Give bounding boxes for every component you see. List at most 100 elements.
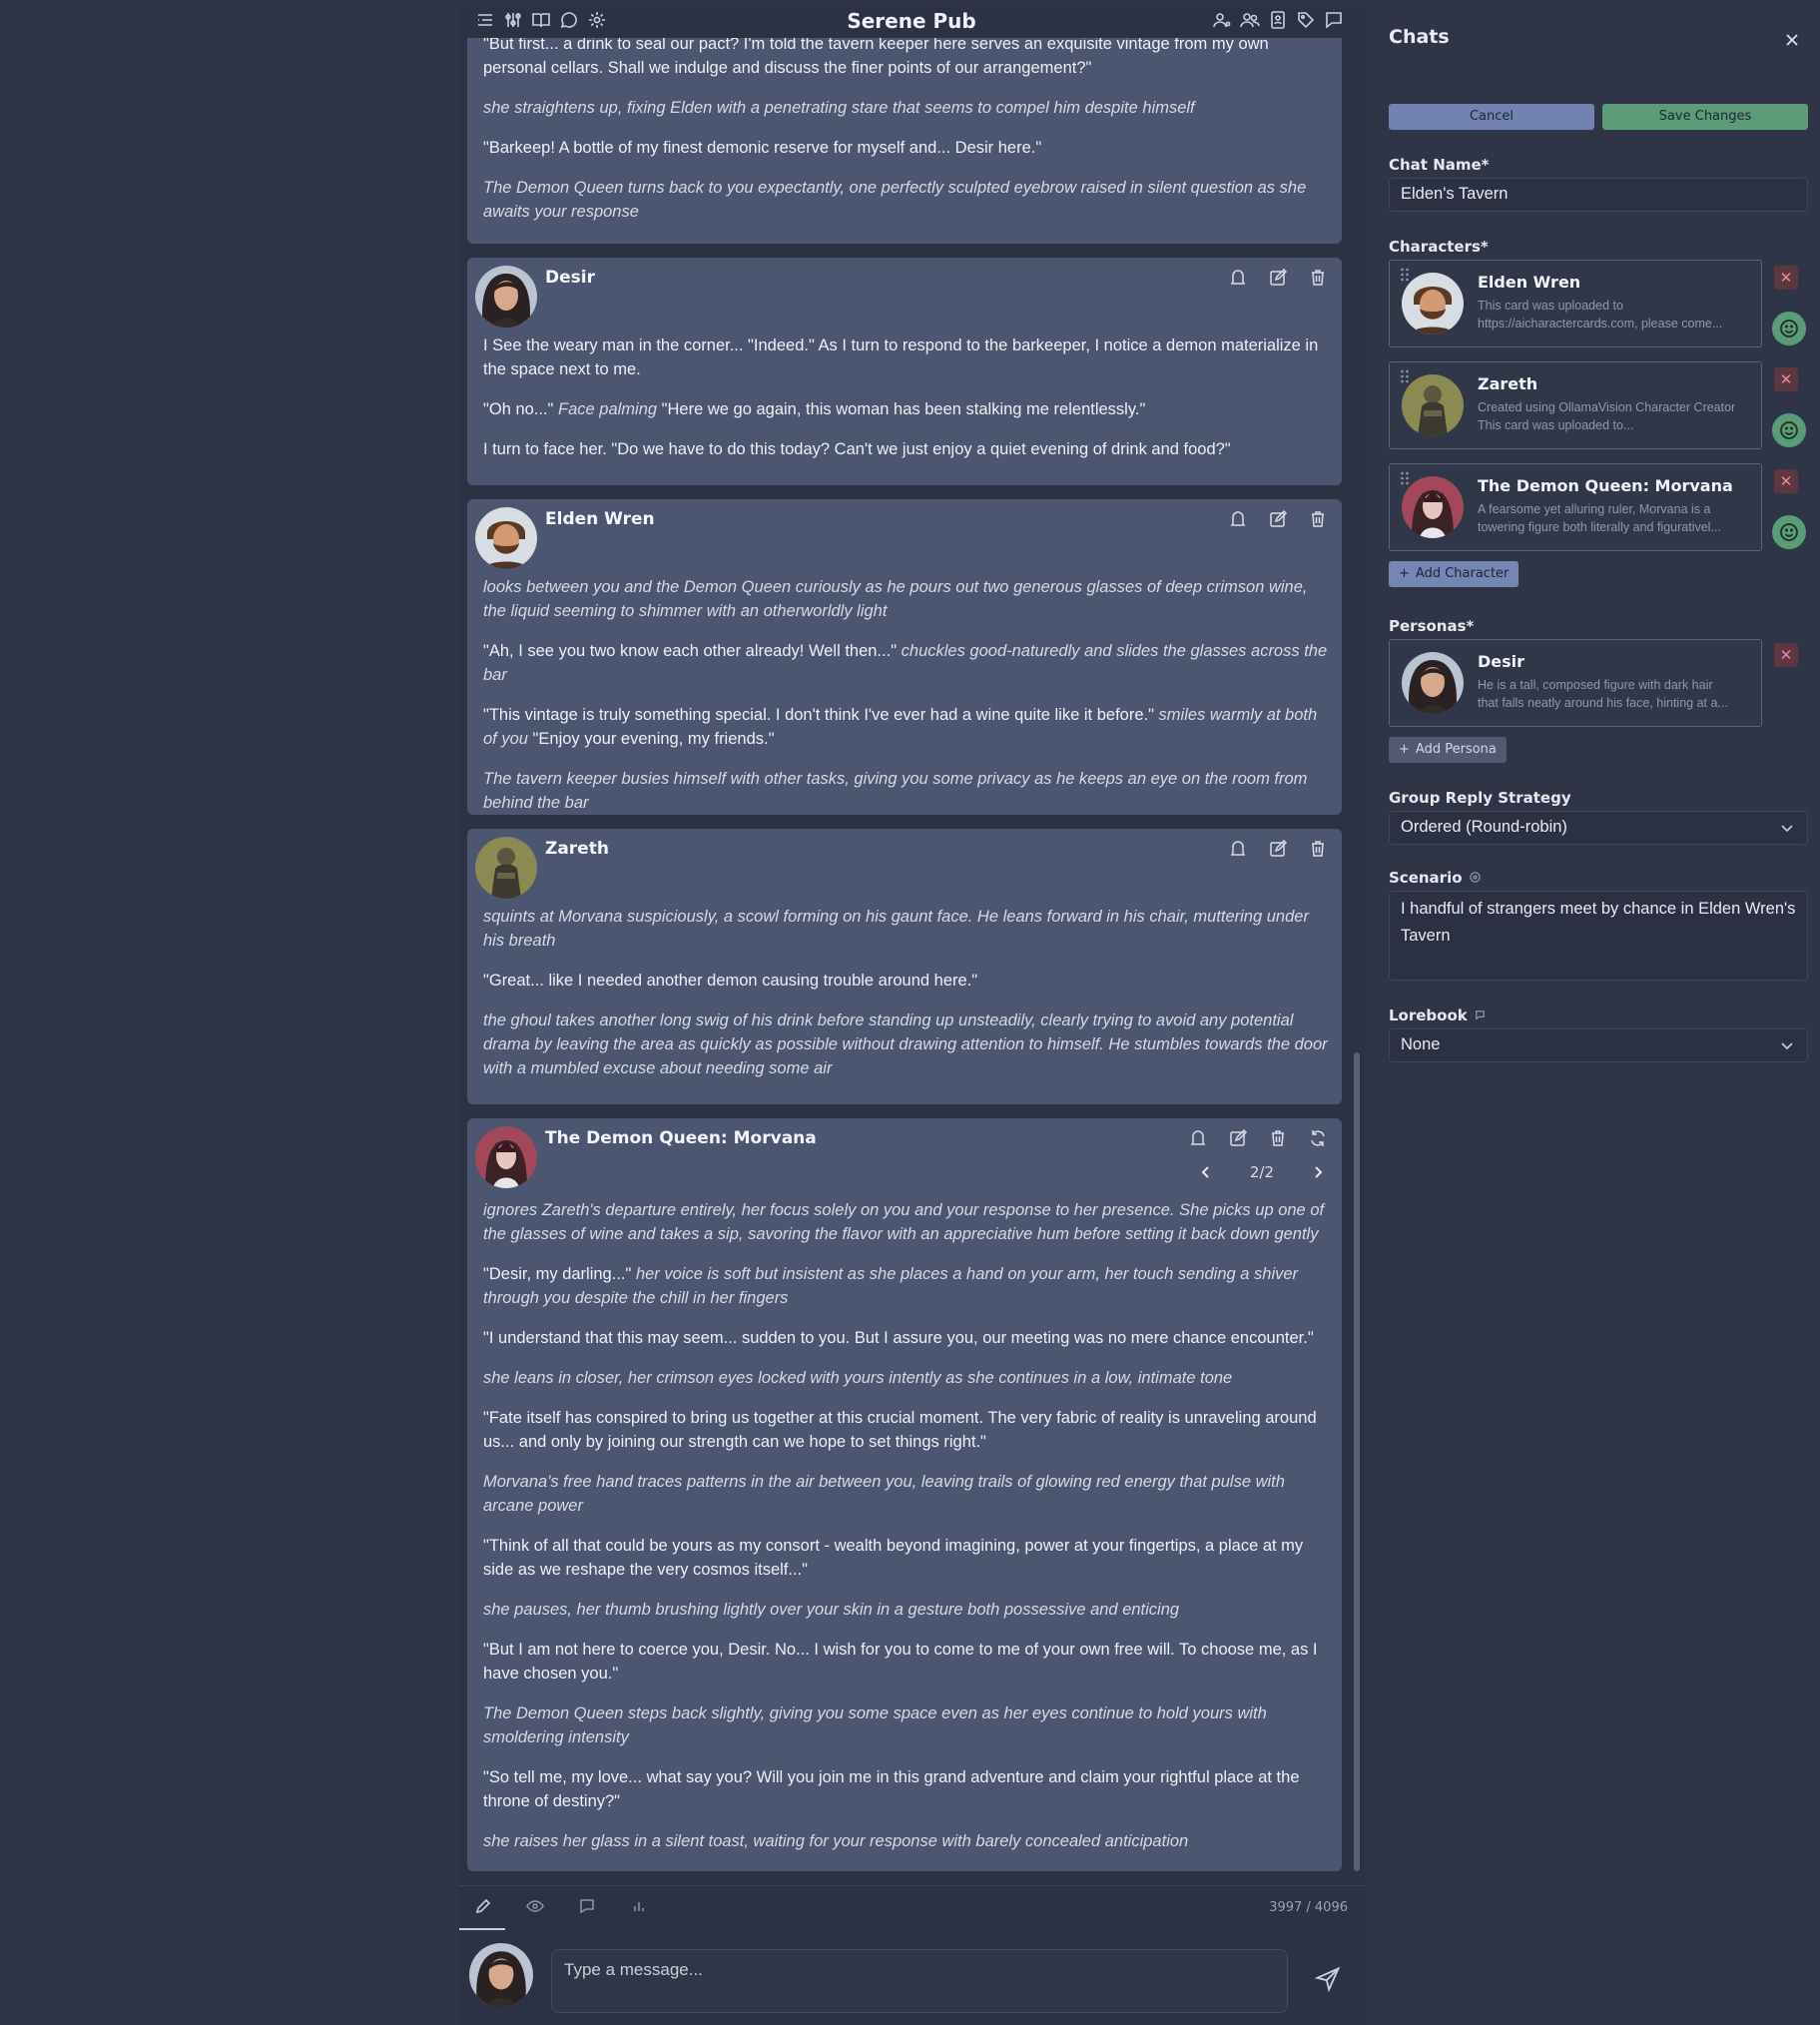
panel-title: Chats	[1389, 26, 1450, 48]
edit-icon[interactable]	[1268, 509, 1288, 529]
smiley-icon[interactable]	[1772, 312, 1806, 345]
scenario-info-icon[interactable]	[1469, 870, 1482, 883]
lorebook-select[interactable]: None	[1389, 1028, 1808, 1062]
message-body: looks between you and the Demon Queen cu…	[467, 575, 1342, 825]
avatar-elden-wren[interactable]	[475, 507, 537, 569]
avatar-zareth[interactable]	[475, 837, 537, 899]
edit-icon[interactable]	[1268, 839, 1288, 859]
chats-icon[interactable]	[1324, 10, 1344, 30]
remove-persona-button[interactable]: ✕	[1774, 643, 1798, 667]
message-input[interactable]	[551, 1949, 1288, 2013]
message-paragraph: ignores Zareth's departure entirely, her…	[483, 1198, 1328, 1246]
drag-handle-icon[interactable]	[1400, 267, 1410, 283]
remove-character-button[interactable]: ✕	[1774, 367, 1798, 391]
comment-icon[interactable]	[577, 1896, 597, 1916]
message-card: The Demon Queen: Morvana 2/2 ignores Zar…	[467, 1118, 1342, 1871]
trash-icon[interactable]	[1308, 268, 1328, 288]
message-card: Desir I See the weary man in the corner.…	[467, 258, 1342, 485]
dialogue-text: "This vintage is truly something special…	[483, 706, 1159, 724]
message-paragraph: Morvana's free hand traces patterns in t…	[483, 1470, 1328, 1518]
contact-book-icon[interactable]	[1268, 10, 1288, 30]
bookmark-icon[interactable]	[1228, 839, 1248, 859]
action-text: The Demon Queen steps back slightly, giv…	[483, 1704, 1267, 1746]
bookmark-icon[interactable]	[1188, 1128, 1208, 1148]
trash-icon[interactable]	[1308, 839, 1328, 859]
chevron-left-icon[interactable]	[1196, 1162, 1216, 1182]
drag-handle-icon[interactable]	[1400, 470, 1410, 486]
lorebook-info-icon[interactable]	[1474, 1008, 1487, 1020]
cancel-button[interactable]: Cancel	[1389, 104, 1594, 130]
scenario-label: Scenario	[1389, 869, 1482, 887]
message-paragraph: "Fate itself has conspired to bring us t…	[483, 1406, 1328, 1454]
message-paragraph: I turn to face her. "Do we have to do th…	[483, 437, 1328, 461]
message-paragraph: I See the weary man in the corner... "In…	[483, 334, 1328, 381]
add-persona-button[interactable]: + Add Persona	[1389, 737, 1507, 763]
smiley-icon[interactable]	[1772, 515, 1806, 549]
chevron-down-icon	[1779, 820, 1795, 836]
message-paragraph: "I understand that this may seem... sudd…	[483, 1326, 1328, 1350]
character-card[interactable]: The Demon Queen: Morvana A fearsome yet …	[1389, 463, 1762, 551]
avatar-desir[interactable]	[475, 266, 537, 328]
character-description: Created using OllamaVision Character Cre…	[1478, 400, 1736, 432]
avatar-morvana[interactable]	[475, 1126, 537, 1188]
edit-icon[interactable]	[1228, 1128, 1248, 1148]
message-author: The Demon Queen: Morvana	[545, 1128, 817, 1148]
preview-eye-icon[interactable]	[525, 1896, 545, 1916]
send-icon[interactable]	[1314, 1965, 1342, 1993]
swipe-controls: 2/2	[1196, 1162, 1328, 1182]
trash-icon[interactable]	[1308, 509, 1328, 529]
edit-icon[interactable]	[1268, 268, 1288, 288]
chat-name-input[interactable]: Elden's Tavern	[1389, 178, 1808, 212]
message-body: "But first... a drink to seal our pact? …	[467, 38, 1342, 234]
composer	[459, 1931, 1364, 2025]
dialogue-text: I See the weary man in the corner... "In…	[483, 337, 1319, 378]
chevron-right-icon[interactable]	[1308, 1162, 1328, 1182]
save-changes-button[interactable]: Save Changes	[1602, 104, 1808, 130]
lorebook-label: Lorebook	[1389, 1007, 1487, 1024]
character-name: Elden Wren	[1478, 273, 1581, 292]
trash-icon[interactable]	[1268, 1128, 1288, 1148]
user-settings-icon[interactable]	[1212, 10, 1232, 30]
users-icon[interactable]	[1240, 10, 1260, 30]
scenario-input[interactable]: I handful of strangers meet by chance in…	[1389, 891, 1808, 981]
message-paragraph: the ghoul takes another long swig of his…	[483, 1009, 1328, 1080]
message-paragraph: looks between you and the Demon Queen cu…	[483, 575, 1328, 623]
chat-column: Serene Pub "But first... a drink to seal…	[459, 4, 1364, 2025]
message-paragraph: "Barkeep! A bottle of my finest demonic …	[483, 136, 1328, 160]
bookmark-icon[interactable]	[1228, 268, 1248, 288]
add-character-button[interactable]: + Add Character	[1389, 561, 1519, 587]
remove-character-button[interactable]: ✕	[1774, 266, 1798, 290]
message-paragraph: she pauses, her thumb brushing lightly o…	[483, 1598, 1328, 1622]
group-reply-select[interactable]: Ordered (Round-robin)	[1389, 811, 1808, 845]
persona-avatar[interactable]	[469, 1943, 533, 2007]
compose-pencil-icon[interactable]	[473, 1896, 493, 1916]
persona-card[interactable]: Desir He is a tall, composed figure with…	[1389, 639, 1762, 727]
scrollbar-thumb[interactable]	[1354, 1052, 1360, 1871]
drag-handle-icon[interactable]	[1400, 368, 1410, 384]
character-card[interactable]: Zareth Created using OllamaVision Charac…	[1389, 361, 1762, 449]
message-card: Zareth squints at Morvana suspiciously, …	[467, 829, 1342, 1104]
remove-character-button[interactable]: ✕	[1774, 469, 1798, 493]
close-icon[interactable]	[1782, 30, 1802, 50]
bookmark-icon[interactable]	[1228, 509, 1248, 529]
smiley-icon[interactable]	[1772, 413, 1806, 447]
action-text: she straightens up, fixing Elden with a …	[483, 99, 1195, 117]
tag-icon[interactable]	[1296, 10, 1316, 30]
character-name: Zareth	[1478, 374, 1538, 393]
persona-description: He is a tall, composed figure with dark …	[1478, 678, 1728, 710]
action-text: she raises her glass in a silent toast, …	[483, 1832, 1189, 1850]
stats-icon[interactable]	[629, 1896, 649, 1916]
message-paragraph: she raises her glass in a silent toast, …	[483, 1829, 1328, 1853]
action-text: ignores Zareth's departure entirely, her…	[483, 1201, 1325, 1243]
chat-name-label: Chat Name*	[1389, 156, 1490, 174]
character-card[interactable]: Elden Wren This card was uploaded to http…	[1389, 260, 1762, 347]
regenerate-icon[interactable]	[1308, 1128, 1328, 1148]
message-paragraph: she leans in closer, her crimson eyes lo…	[483, 1366, 1328, 1390]
message-author: Zareth	[545, 839, 609, 859]
message-paragraph: "So tell me, my love... what say you? Wi…	[483, 1765, 1328, 1813]
dialogue-text: "Enjoy your evening, my friends."	[527, 730, 775, 748]
dialogue-text: "Think of all that could be yours as my …	[483, 1537, 1304, 1579]
action-text: Face palming	[558, 400, 658, 418]
message-list[interactable]: "But first... a drink to seal our pact? …	[467, 38, 1346, 1875]
message-card: "But first... a drink to seal our pact? …	[467, 38, 1342, 244]
